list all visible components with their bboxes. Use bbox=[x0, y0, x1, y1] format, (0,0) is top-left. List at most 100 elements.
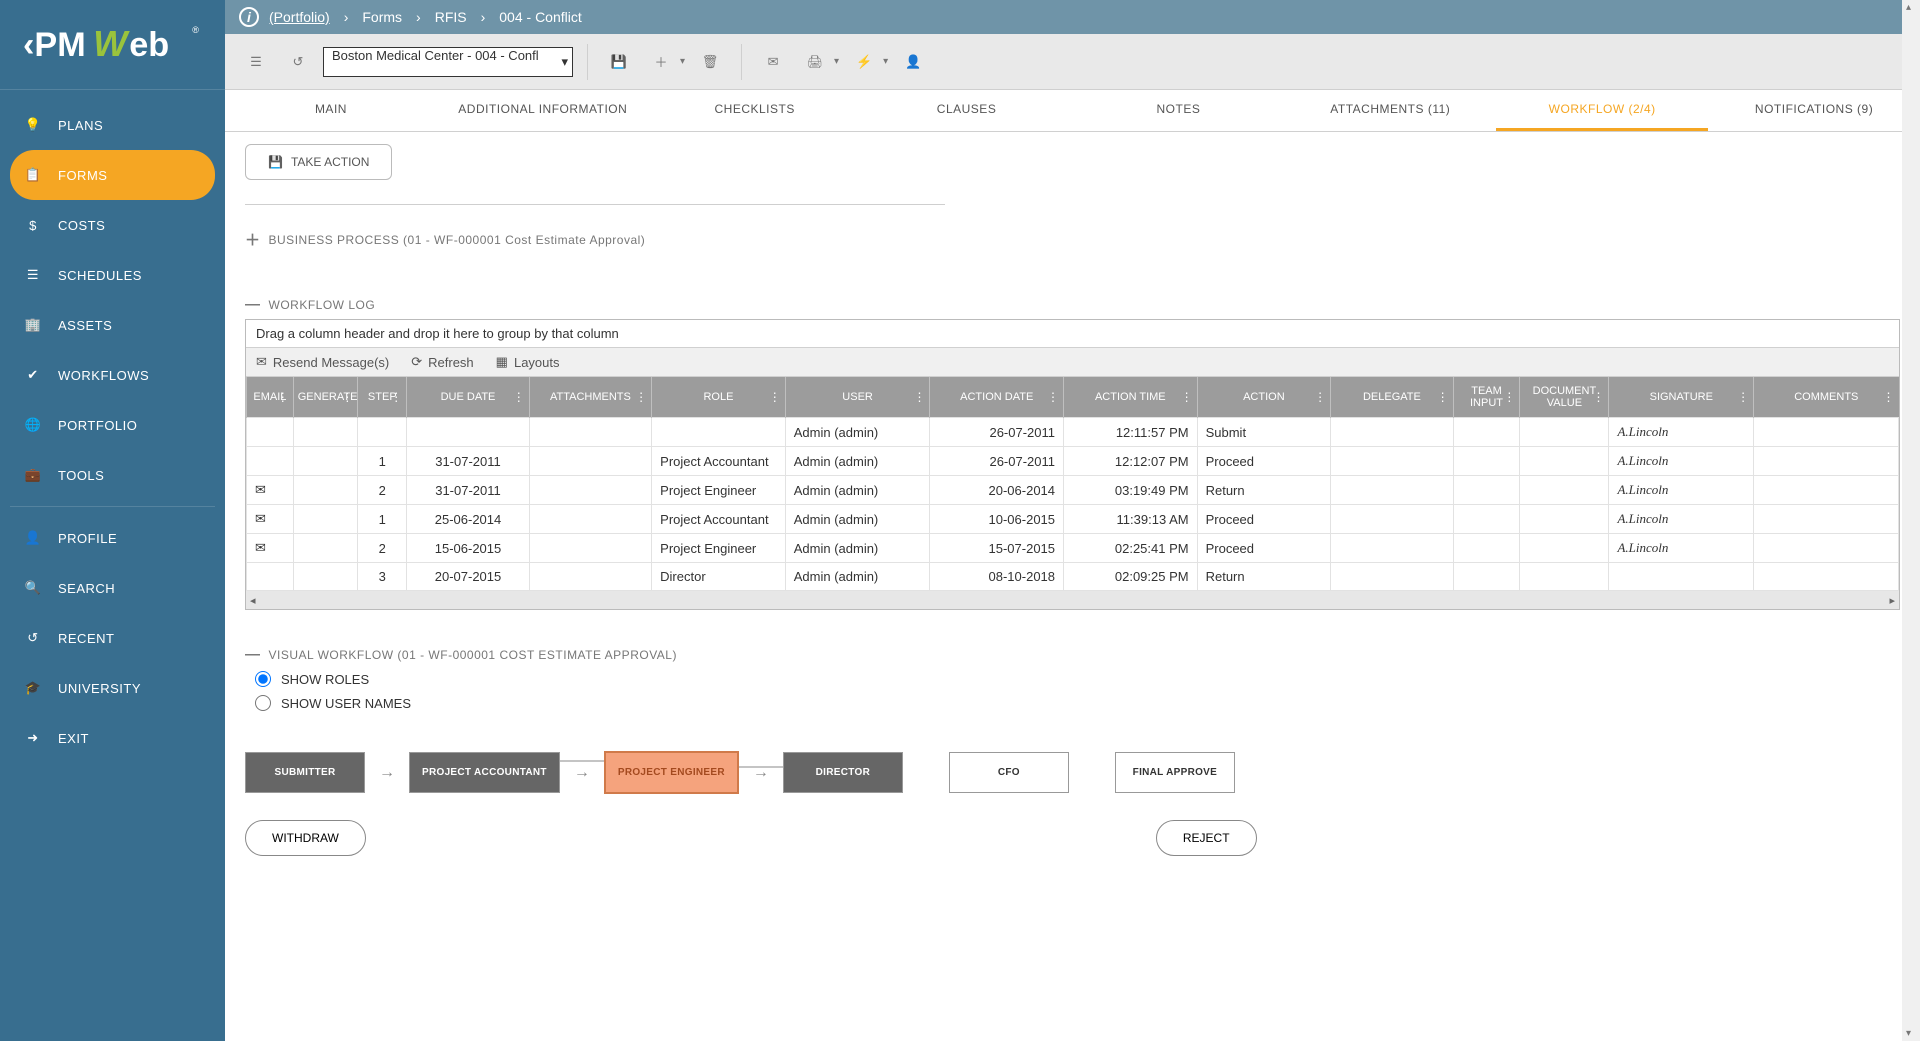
user-icon[interactable]: 👤 bbox=[896, 45, 930, 79]
section-visual-workflow[interactable]: — VISUAL WORKFLOW (01 - WF-000001 COST E… bbox=[245, 646, 1900, 663]
table-cell: 20-06-2014 bbox=[930, 476, 1064, 505]
mail-icon[interactable]: ✉ bbox=[756, 45, 790, 79]
sidebar-item-plans[interactable]: 💡PLANS bbox=[10, 100, 215, 150]
column-menu-icon[interactable]: ⋮ bbox=[1883, 390, 1895, 404]
sidebar-item-portfolio[interactable]: 🌐PORTFOLIO bbox=[10, 400, 215, 450]
column-menu-icon[interactable]: ⋮ bbox=[341, 390, 353, 404]
table-row[interactable]: 131-07-2011Project AccountantAdmin (admi… bbox=[247, 447, 1899, 476]
tab-clauses[interactable]: CLAUSES bbox=[861, 90, 1073, 131]
table-row[interactable]: Admin (admin)26-07-201112:11:57 PMSubmit… bbox=[247, 418, 1899, 447]
save-icon[interactable]: 💾 bbox=[602, 45, 636, 79]
table-row[interactable]: ✉215-06-2015Project EngineerAdmin (admin… bbox=[247, 534, 1899, 563]
radio-input[interactable] bbox=[255, 671, 271, 687]
column-menu-icon[interactable]: ⋮ bbox=[1592, 390, 1604, 404]
column-menu-icon[interactable]: ⋮ bbox=[913, 390, 925, 404]
column-menu-icon[interactable]: ⋮ bbox=[1737, 390, 1749, 404]
column-header[interactable]: COMMENTS⋮ bbox=[1754, 377, 1899, 418]
radio-show-users[interactable]: SHOW USER NAMES bbox=[255, 695, 1900, 711]
building-icon: 🏢 bbox=[22, 314, 44, 336]
take-action-button[interactable]: 💾 TAKE ACTION bbox=[245, 144, 392, 180]
column-header[interactable]: STEP⋮ bbox=[358, 377, 407, 418]
tab-notes[interactable]: NOTES bbox=[1073, 90, 1285, 131]
sidebar-item-exit[interactable]: ➜EXIT bbox=[10, 713, 215, 763]
radio-input[interactable] bbox=[255, 695, 271, 711]
column-header[interactable]: EMAIL⋮ bbox=[247, 377, 294, 418]
column-menu-icon[interactable]: ⋮ bbox=[1047, 390, 1059, 404]
breadcrumb-forms[interactable]: Forms bbox=[362, 9, 402, 25]
column-header[interactable]: ROLE⋮ bbox=[652, 377, 786, 418]
sidebar-item-recent[interactable]: ↺RECENT bbox=[10, 613, 215, 663]
tab-notifications[interactable]: NOTIFICATIONS (9) bbox=[1708, 90, 1920, 131]
breadcrumb-rfis[interactable]: RFIS bbox=[435, 9, 467, 25]
tab-main[interactable]: MAIN bbox=[225, 90, 437, 131]
group-hint[interactable]: Drag a column header and drop it here to… bbox=[246, 320, 1899, 348]
section-workflow-log[interactable]: — WORKFLOW LOG bbox=[245, 296, 1900, 313]
column-menu-icon[interactable]: ⋮ bbox=[1314, 390, 1326, 404]
delete-icon[interactable]: 🗑 bbox=[693, 45, 727, 79]
column-header[interactable]: SIGNATURE⋮ bbox=[1609, 377, 1754, 418]
table-row[interactable]: ✉125-06-2014Project AccountantAdmin (adm… bbox=[247, 505, 1899, 534]
radio-show-roles[interactable]: SHOW ROLES bbox=[255, 671, 1900, 687]
table-row[interactable]: 320-07-2015DirectorAdmin (admin)08-10-20… bbox=[247, 563, 1899, 591]
column-header[interactable]: ACTION⋮ bbox=[1197, 377, 1331, 418]
vertical-scrollbar[interactable] bbox=[1902, 0, 1920, 1041]
tab-workflow[interactable]: WORKFLOW (2/4) bbox=[1496, 90, 1708, 131]
record-dropdown[interactable]: Boston Medical Center - 004 - Confl ▾ bbox=[323, 47, 573, 77]
column-menu-icon[interactable]: ⋮ bbox=[513, 390, 525, 404]
flow-node-submitter[interactable]: SUBMITTER bbox=[245, 752, 365, 793]
table-row[interactable]: ✉231-07-2011Project EngineerAdmin (admin… bbox=[247, 476, 1899, 505]
section-business-process[interactable]: ＋ BUSINESS PROCESS (01 - WF-000001 Cost … bbox=[245, 229, 1900, 250]
horizontal-scrollbar[interactable]: ◂▸ bbox=[246, 591, 1899, 609]
flow-node-director[interactable]: DIRECTOR bbox=[783, 752, 903, 793]
flow-node-accountant[interactable]: PROJECT ACCOUNTANT bbox=[409, 752, 560, 793]
tabs: MAIN ADDITIONAL INFORMATION CHECKLISTS C… bbox=[225, 90, 1920, 132]
sidebar-item-forms[interactable]: 📋FORMS bbox=[10, 150, 215, 200]
table-cell: 02:25:41 PM bbox=[1064, 534, 1198, 563]
sidebar-item-costs[interactable]: $COSTS bbox=[10, 200, 215, 250]
withdraw-button[interactable]: WITHDRAW bbox=[245, 820, 366, 856]
tab-additional[interactable]: ADDITIONAL INFORMATION bbox=[437, 90, 649, 131]
column-header[interactable]: ACTION TIME⋮ bbox=[1064, 377, 1198, 418]
column-header[interactable]: DELEGATE⋮ bbox=[1331, 377, 1453, 418]
tab-attachments[interactable]: ATTACHMENTS (11) bbox=[1284, 90, 1496, 131]
column-header[interactable]: USER⋮ bbox=[785, 377, 930, 418]
sidebar-item-workflows[interactable]: ✔WORKFLOWS bbox=[10, 350, 215, 400]
column-header[interactable]: TEAM INPUT⋮ bbox=[1453, 377, 1520, 418]
action-row: WITHDRAW REJECT bbox=[245, 820, 1900, 856]
sidebar-label: PROFILE bbox=[58, 531, 117, 546]
refresh-button[interactable]: ⟳Refresh bbox=[411, 354, 473, 370]
bolt-dropdown[interactable]: ⚡▾ bbox=[847, 45, 888, 79]
sidebar-item-profile[interactable]: 👤PROFILE bbox=[10, 513, 215, 563]
column-menu-icon[interactable]: ⋮ bbox=[1503, 390, 1515, 404]
history-icon[interactable]: ↺ bbox=[281, 45, 315, 79]
column-header[interactable]: ATTACHMENTS⋮ bbox=[529, 377, 651, 418]
column-menu-icon[interactable]: ⋮ bbox=[769, 390, 781, 404]
sidebar-item-search[interactable]: 🔍SEARCH bbox=[10, 563, 215, 613]
column-menu-icon[interactable]: ⋮ bbox=[1181, 390, 1193, 404]
resend-button[interactable]: ✉Resend Message(s) bbox=[256, 354, 389, 370]
breadcrumb-portfolio[interactable]: (Portfolio) bbox=[269, 9, 330, 25]
add-dropdown[interactable]: ＋▾ bbox=[644, 45, 685, 79]
column-header[interactable]: ACTION DATE⋮ bbox=[930, 377, 1064, 418]
column-header[interactable]: DOCUMENT VALUE⋮ bbox=[1520, 377, 1609, 418]
flow-node-engineer[interactable]: PROJECT ENGINEER bbox=[604, 751, 739, 794]
list-icon[interactable]: ☰ bbox=[239, 45, 273, 79]
reject-button[interactable]: REJECT bbox=[1156, 820, 1257, 856]
column-menu-icon[interactable]: ⋮ bbox=[1437, 390, 1449, 404]
column-menu-icon[interactable]: ⋮ bbox=[635, 390, 647, 404]
sidebar-label: PORTFOLIO bbox=[58, 418, 137, 433]
flow-node-cfo[interactable]: CFO bbox=[949, 752, 1069, 793]
tab-checklists[interactable]: CHECKLISTS bbox=[649, 90, 861, 131]
column-header[interactable]: GENERATE⋮ bbox=[293, 377, 358, 418]
sidebar-item-university[interactable]: 🎓UNIVERSITY bbox=[10, 663, 215, 713]
flow-node-final[interactable]: FINAL APPROVE bbox=[1115, 752, 1235, 793]
layouts-button[interactable]: ▦Layouts bbox=[496, 354, 560, 370]
sidebar-item-tools[interactable]: 💼TOOLS bbox=[10, 450, 215, 500]
info-icon[interactable]: i bbox=[239, 7, 259, 27]
column-menu-icon[interactable]: ⋮ bbox=[277, 390, 289, 404]
sidebar-item-assets[interactable]: 🏢ASSETS bbox=[10, 300, 215, 350]
print-dropdown[interactable]: 🖨▾ bbox=[798, 45, 839, 79]
column-header[interactable]: DUE DATE⋮ bbox=[407, 377, 529, 418]
sidebar-item-schedules[interactable]: ☰SCHEDULES bbox=[10, 250, 215, 300]
column-menu-icon[interactable]: ⋮ bbox=[390, 390, 402, 404]
